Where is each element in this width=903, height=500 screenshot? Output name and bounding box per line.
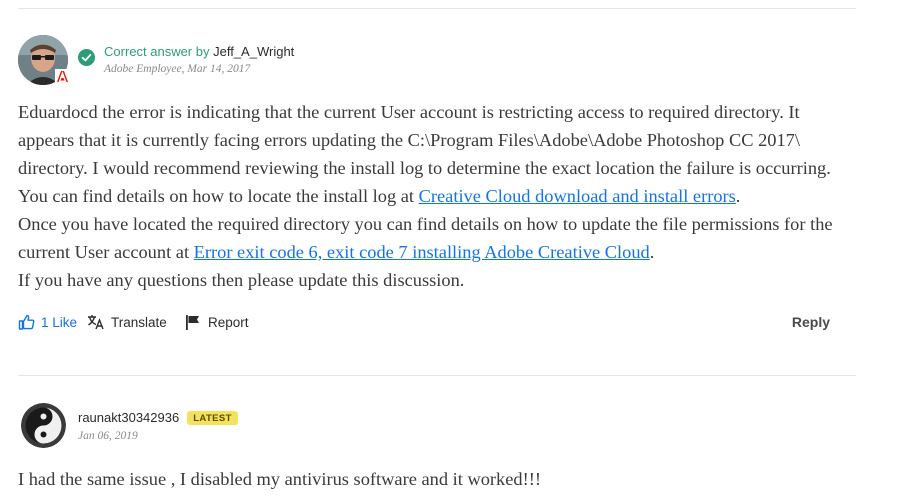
flag-icon xyxy=(185,314,202,330)
body-text: current User account at xyxy=(18,242,194,262)
avatar[interactable] xyxy=(21,403,66,448)
like-label: 1 Like xyxy=(41,314,78,330)
body-text: You can find details on how to locate th… xyxy=(18,186,419,206)
author-link[interactable]: raunakt30342936 xyxy=(78,410,179,425)
adobe-badge-icon xyxy=(55,69,70,84)
install-errors-link[interactable]: Creative Cloud download and install erro… xyxy=(419,186,736,206)
body-line: Eduardocd the error is indicating that t… xyxy=(18,102,800,122)
body-line: Once you have located the required direc… xyxy=(18,214,833,234)
body-text: . xyxy=(735,186,741,206)
body-line: directory. I would recommend reviewing t… xyxy=(18,158,831,178)
like-button[interactable]: 1 Like xyxy=(18,314,77,330)
correct-answer-label: Correct answer by xyxy=(104,44,210,59)
exit-code-link[interactable]: Error exit code 6, exit code 7 installin… xyxy=(194,242,650,262)
correct-answer-line: Correct answer by Jeff_A_Wright xyxy=(104,44,294,59)
post-actions: 1 Like Translate Report Reply xyxy=(18,314,830,334)
answer-body: Eduardocd the error is indicating that t… xyxy=(18,98,868,294)
report-button[interactable]: Report xyxy=(185,314,249,330)
reply-body: I had the same issue , I disabled my ant… xyxy=(18,465,868,493)
body-line: appears that it is currently facing erro… xyxy=(18,130,800,150)
report-label: Report xyxy=(208,314,249,330)
thumbs-up-icon xyxy=(18,314,35,330)
body-line: current User account at Error exit code … xyxy=(18,238,868,266)
body-line: I had the same issue , I disabled my ant… xyxy=(18,469,541,489)
post-date: Jan 06, 2019 xyxy=(78,430,138,442)
latest-badge: LATEST xyxy=(187,411,238,425)
body-line: If you have any questions then please up… xyxy=(18,270,465,290)
post-date: Mar 14, 2017 xyxy=(187,63,251,75)
body-text: . xyxy=(649,242,655,262)
author-role: Adobe Employee xyxy=(104,63,182,75)
translate-icon xyxy=(87,314,105,330)
translate-label: Translate xyxy=(111,314,167,330)
top-divider xyxy=(18,8,856,9)
translate-button[interactable]: Translate xyxy=(87,314,167,330)
check-circle-icon xyxy=(78,49,95,66)
author-meta: Adobe Employee, Mar 14, 2017 xyxy=(104,63,251,75)
reply-author-line: raunakt30342936 LATEST xyxy=(78,410,238,425)
author-link[interactable]: Jeff_A_Wright xyxy=(213,44,294,59)
reply-button[interactable]: Reply xyxy=(792,314,830,330)
body-line: You can find details on how to locate th… xyxy=(18,182,868,210)
post-divider xyxy=(18,375,856,376)
